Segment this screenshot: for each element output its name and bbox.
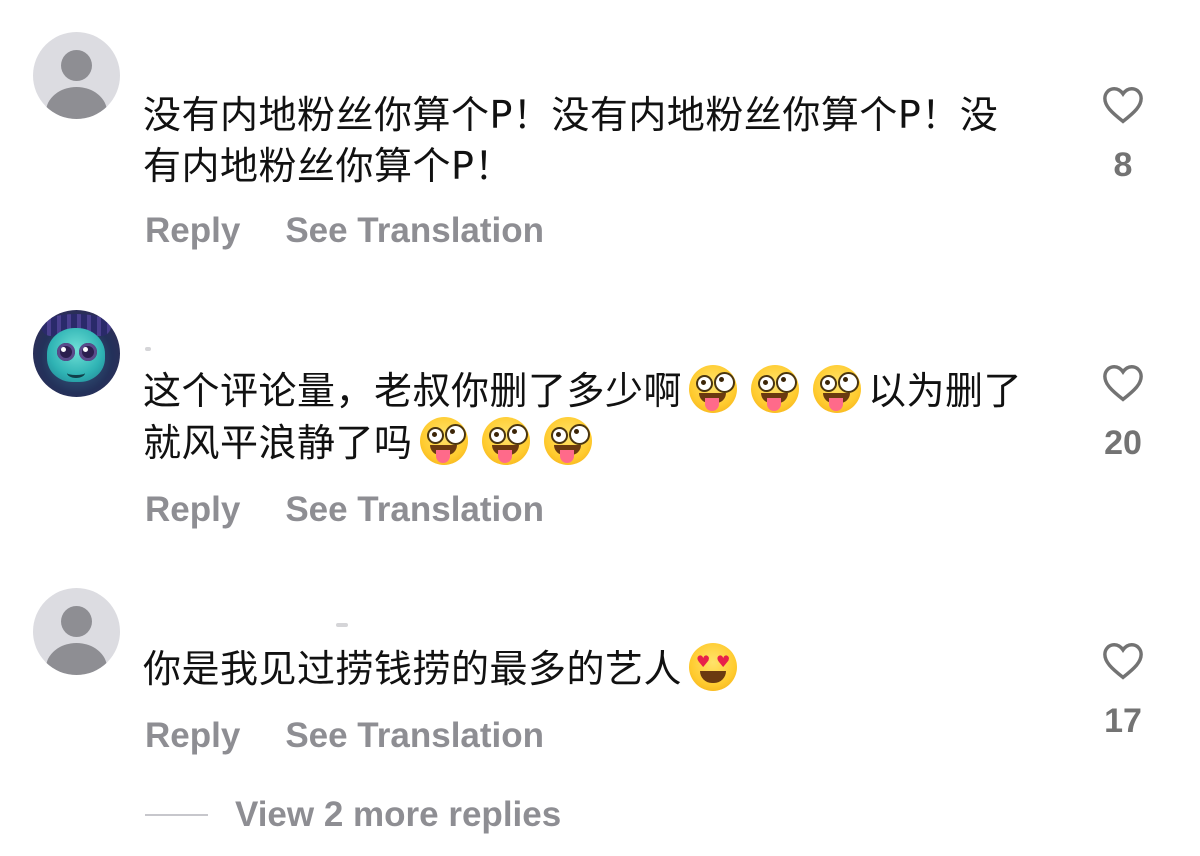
heart-eyes-emoji: ♥ ♥ <box>689 643 738 691</box>
like-control: 17 <box>1092 642 1154 741</box>
view-more-label: View 2 more replies <box>235 795 562 834</box>
comment-actions: Reply See Translation <box>145 716 544 756</box>
heart-outline-icon[interactable] <box>1102 642 1144 680</box>
see-translation-button[interactable]: See Translation <box>285 716 544 756</box>
comment-text: 这个评论量，老叔你删了多少啊 以为删了就风平浪静了吗 <box>143 365 1023 469</box>
like-count: 20 <box>1104 424 1142 462</box>
like-count: 8 <box>1113 146 1133 184</box>
divider-line <box>145 814 208 816</box>
default-avatar-icon[interactable] <box>33 32 120 119</box>
zany-face-emoji <box>481 417 530 465</box>
comment-text: 没有内地粉丝你算个P！没有内地粉丝你算个P！没有内地粉丝你算个P！ <box>143 93 999 188</box>
see-translation-button[interactable]: See Translation <box>285 211 544 251</box>
reply-button[interactable]: Reply <box>145 211 240 251</box>
default-avatar-icon[interactable] <box>33 588 120 675</box>
reply-button[interactable]: Reply <box>145 716 240 756</box>
comment-actions: Reply See Translation <box>145 490 544 530</box>
zany-face-emoji <box>543 417 592 465</box>
like-control: 20 <box>1092 364 1154 463</box>
reply-button[interactable]: Reply <box>145 490 240 530</box>
view-more-replies-button[interactable]: View 2 more replies <box>145 795 561 835</box>
like-count: 17 <box>1104 702 1142 740</box>
zany-face-emoji <box>813 365 862 413</box>
zany-face-emoji <box>419 417 468 465</box>
username-placeholder <box>336 623 348 627</box>
like-control: 8 <box>1092 86 1154 185</box>
zany-face-emoji <box>689 365 738 413</box>
heart-outline-icon[interactable] <box>1102 86 1144 124</box>
cartoon-character-avatar[interactable] <box>33 310 120 397</box>
zany-face-emoji <box>751 365 800 413</box>
username-placeholder <box>145 347 151 351</box>
heart-outline-icon[interactable] <box>1102 364 1144 402</box>
see-translation-button[interactable]: See Translation <box>285 490 544 530</box>
comment-text: 你是我见过捞钱捞的最多的艺人 ♥ ♥ <box>143 643 1023 695</box>
comment-actions: Reply See Translation <box>145 211 544 251</box>
comment-text-part: 你是我见过捞钱捞的最多的艺人 <box>143 647 683 691</box>
comment-text-part: 这个评论量，老叔你删了多少啊 <box>143 369 683 413</box>
